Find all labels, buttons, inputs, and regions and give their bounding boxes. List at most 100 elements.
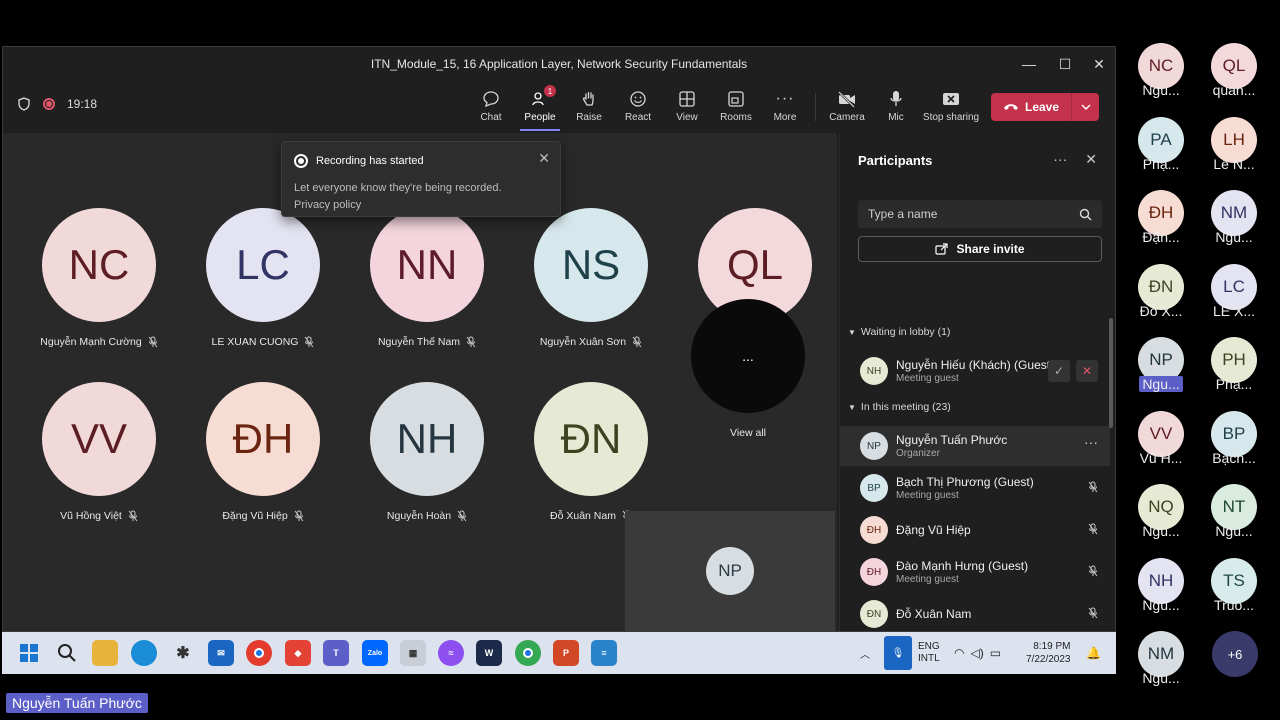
row-more-icon[interactable]: ··· [1084, 434, 1098, 450]
file-explorer-icon[interactable] [92, 640, 118, 666]
gallery-name: Ngu... [1142, 670, 1180, 686]
participant-row[interactable]: BP Bạch Thị Phương (Guest) Meeting guest [840, 468, 1110, 508]
admit-check-icon[interactable]: ✓ [1048, 360, 1070, 382]
participant-row[interactable]: NP Nguyễn Tuấn Phước Organizer ··· [840, 426, 1110, 466]
gallery-participant[interactable]: NM Ngu... [1204, 190, 1264, 245]
leave-main[interactable]: Leave [991, 93, 1071, 121]
camera-button[interactable]: Camera [821, 89, 873, 129]
maximize-icon[interactable]: ☐ [1047, 47, 1083, 81]
gallery-participant[interactable]: ĐH Đặn... [1131, 190, 1191, 245]
gallery-participant[interactable]: LC LE X... [1204, 263, 1264, 319]
gallery-name: Phạ... [1215, 376, 1253, 392]
meeting-section-toggle[interactable]: ▼ In this meeting (23) [848, 401, 951, 413]
participant-tile[interactable]: ĐN Đỗ Xuân Nam [509, 382, 673, 522]
participant-row[interactable]: ĐH Đặng Vũ Hiệp [840, 510, 1110, 550]
participant-tile[interactable]: NC Nguyễn Mạnh Cường [17, 208, 181, 348]
participant-tile[interactable]: NH Nguyễn Hoàn [345, 382, 509, 522]
minimize-icon[interactable]: — [1011, 47, 1047, 81]
chrome-profile-icon[interactable] [515, 640, 541, 666]
tray-chevron-icon[interactable]: ︿ [860, 632, 870, 674]
view-button[interactable]: View [661, 89, 713, 129]
lobby-section-toggle[interactable]: ▼ Waiting in lobby (1) [848, 326, 950, 338]
stop-sharing-button[interactable]: Stop sharing [919, 89, 983, 129]
gallery-participant[interactable]: NM Ngu... [1131, 631, 1191, 686]
gallery-participant[interactable]: QL quan... [1204, 43, 1264, 98]
search-icon[interactable] [54, 640, 80, 666]
lobby-participant-row[interactable]: NH Nguyễn Hiếu (Khách) (Guest) Meeting g… [840, 351, 1110, 391]
gallery-participant[interactable]: PA Phạ... [1131, 116, 1191, 172]
participant-search[interactable] [858, 200, 1102, 228]
participant-tile[interactable]: LC LE XUAN CUONG [181, 208, 345, 348]
edge-icon[interactable] [131, 640, 157, 666]
more-participants-badge[interactable]: +6 [1212, 631, 1258, 677]
webex-icon[interactable]: W [476, 640, 502, 666]
shield-icon[interactable] [17, 97, 31, 111]
participant-row[interactable]: ĐN Đỗ Xuân Nam [840, 594, 1110, 631]
leave-button[interactable]: Leave [991, 93, 1099, 121]
gallery-participant[interactable]: NC Ngu... [1131, 43, 1191, 98]
participant-row[interactable]: ĐH Đào Mạnh Hưng (Guest) Meeting guest [840, 552, 1110, 592]
mic-off-icon [1088, 606, 1098, 624]
windows-start-icon[interactable] [16, 640, 42, 666]
raise-hand-button[interactable]: Raise [563, 89, 615, 129]
chat-button[interactable]: Chat [465, 89, 517, 129]
powerpoint-icon[interactable]: P [553, 640, 579, 666]
participant-tile[interactable]: VV Vũ Hồng Việt [17, 382, 181, 522]
tray-status-icons[interactable]: ◠ ◁) ▭ [954, 632, 1001, 674]
gallery-participant[interactable]: PH Phạ... [1204, 337, 1264, 392]
share-invite-button[interactable]: Share invite [858, 236, 1102, 262]
view-all-avatar[interactable]: ... [691, 299, 805, 413]
deny-x-icon[interactable]: ✕ [1076, 360, 1098, 382]
battery-icon[interactable]: ▭ [990, 646, 1001, 660]
toast-close-icon[interactable]: ✕ [538, 150, 550, 167]
gallery-participant[interactable]: TS Truo... [1204, 557, 1264, 613]
gallery-participant[interactable]: BP Bạch... [1204, 410, 1264, 466]
panel-more-icon[interactable]: ··· [1053, 151, 1067, 168]
gallery-participant[interactable]: ĐN Đỗ X... [1131, 263, 1191, 319]
gallery-participant[interactable]: NT Ngu... [1204, 484, 1264, 539]
clock[interactable]: 8:19 PM 7/22/2023 [1026, 632, 1071, 674]
mic-off-icon [632, 336, 642, 348]
search-input[interactable] [868, 207, 1068, 221]
notification-bell-icon[interactable]: 🔔 [1086, 632, 1101, 674]
mic-button[interactable]: Mic [870, 89, 922, 129]
chrome-icon[interactable] [246, 640, 272, 666]
notepad-icon[interactable]: ≡ [591, 640, 617, 666]
gallery-participant[interactable]: NH Ngu... [1131, 557, 1191, 613]
rooms-button[interactable]: Rooms [710, 89, 762, 129]
view-all-tile[interactable]: ... View all [666, 299, 830, 439]
tray-mic-icon[interactable]: 🎙 [884, 636, 912, 670]
self-view[interactable]: NP [625, 511, 835, 631]
people-button[interactable]: 1 People [514, 85, 566, 131]
stop-share-icon [941, 89, 961, 109]
gallery-participant[interactable]: VV Vũ H... [1131, 410, 1191, 466]
gallery-participant[interactable]: NQ Ngu... [1131, 484, 1191, 539]
slack-icon[interactable]: ✱ [170, 640, 196, 666]
network-app-icon[interactable]: ▦ [400, 640, 426, 666]
anydesk-icon[interactable]: ◆ [285, 640, 311, 666]
react-button[interactable]: React [612, 89, 664, 129]
messenger-icon[interactable]: ≈ [438, 640, 464, 666]
panel-scrollbar[interactable] [1109, 318, 1113, 428]
zalo-icon[interactable]: Zalo [362, 640, 388, 666]
language-indicator[interactable]: ENG INTL [918, 632, 940, 674]
participant-name: Nguyễn Mạnh Cường [40, 336, 142, 348]
volume-icon[interactable]: ◁) [970, 646, 983, 660]
search-icon[interactable] [1079, 208, 1092, 221]
privacy-policy-link[interactable]: Privacy policy [294, 197, 502, 214]
mail-icon[interactable]: ✉ [208, 640, 234, 666]
participant-tile[interactable]: NN Nguyễn Thế Nam [345, 208, 509, 348]
close-icon[interactable]: ✕ [1081, 47, 1115, 81]
panel-close-icon[interactable]: ✕ [1085, 151, 1097, 168]
participant-tile[interactable]: NS Nguyễn Xuân Sơn [509, 208, 673, 348]
more-button[interactable]: ··· More [759, 89, 811, 129]
view-all-label[interactable]: View all [730, 427, 766, 439]
participant-role: Meeting guest [896, 574, 959, 585]
gallery-participant[interactable]: NP Ngu... [1131, 337, 1191, 392]
wifi-icon[interactable]: ◠ [954, 646, 964, 660]
participant-tile[interactable]: ĐH Đặng Vũ Hiệp [181, 382, 345, 522]
caret-down-icon: ▼ [848, 402, 856, 412]
leave-options-chevron-icon[interactable] [1072, 93, 1099, 121]
gallery-participant[interactable]: LH Lê N... [1204, 116, 1264, 172]
teams-icon[interactable]: T [323, 640, 349, 666]
